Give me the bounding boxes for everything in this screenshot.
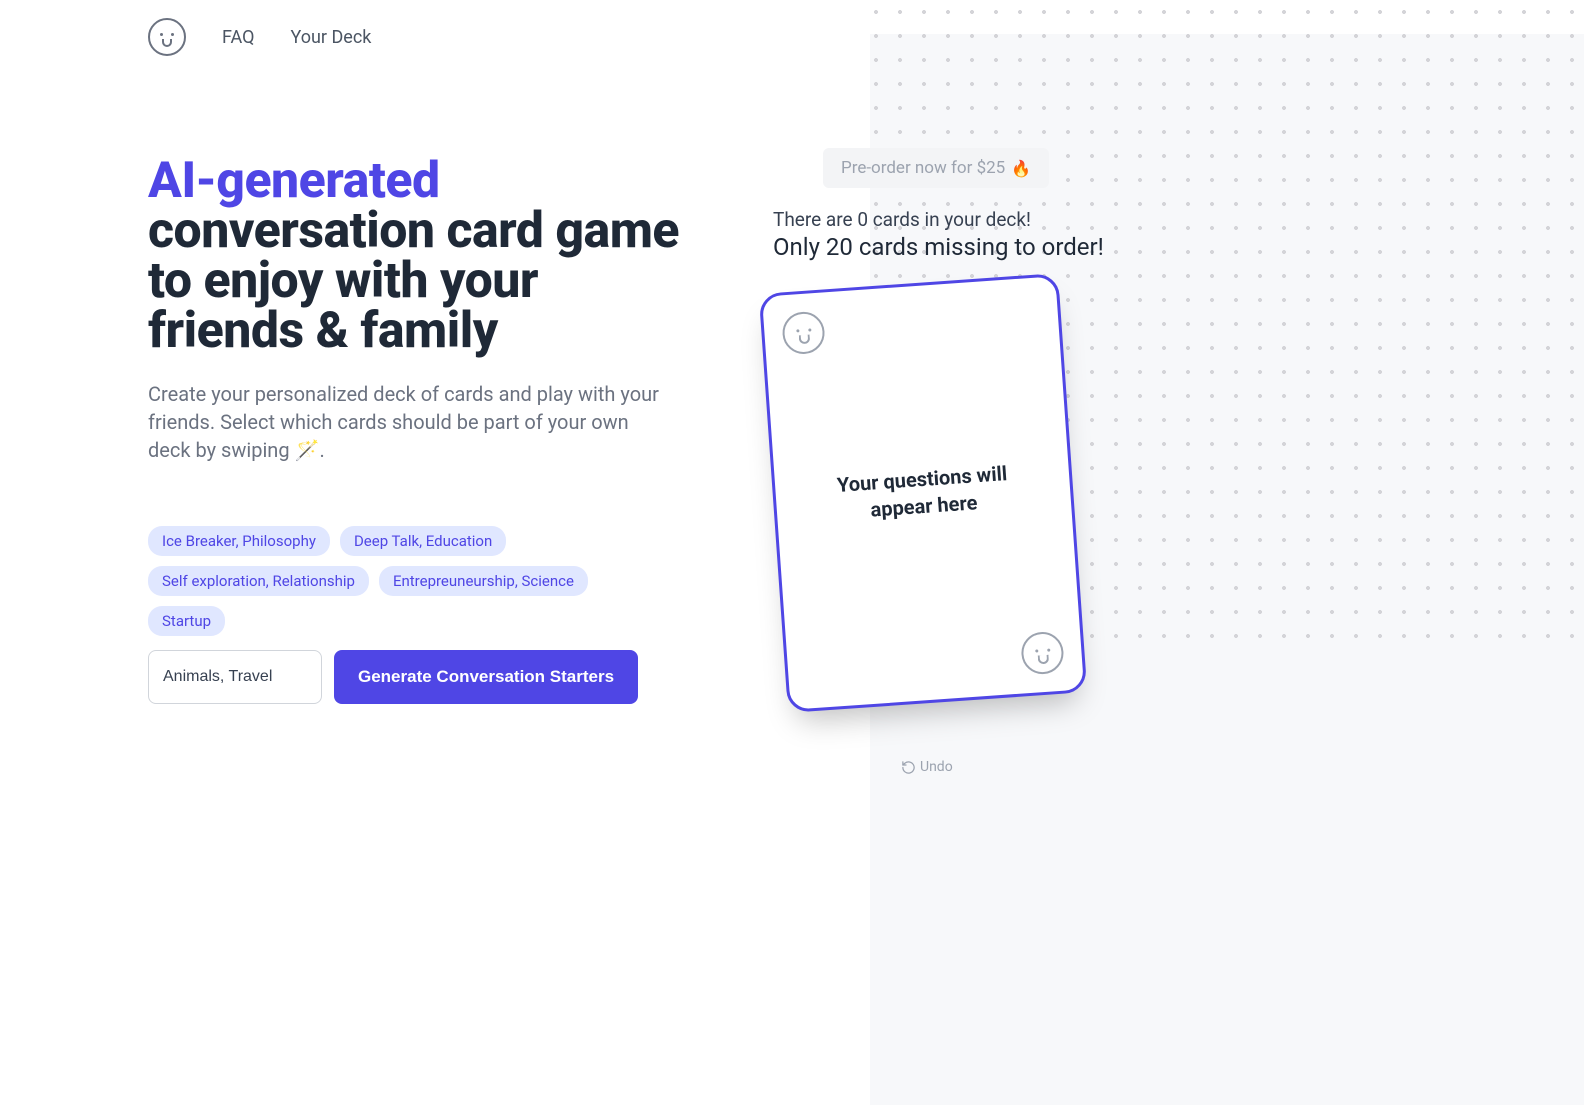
tag-item[interactable]: Self exploration, Relationship — [148, 566, 369, 596]
hero-title-rest: conversation card game to enjoy with you… — [148, 202, 679, 360]
card-face-icon — [781, 311, 826, 356]
deck-status-line2: Only 20 cards missing to order! — [773, 233, 1293, 261]
deck-status: There are 0 cards in your deck! Only 20 … — [773, 208, 1293, 261]
fire-icon: 🔥 — [1011, 159, 1031, 178]
nav-link-your-deck[interactable]: Your Deck — [290, 27, 371, 48]
tag-list: Ice Breaker, Philosophy Deep Talk, Educa… — [148, 526, 668, 636]
top-nav: FAQ Your Deck — [0, 0, 1584, 56]
undo-label: Undo — [920, 759, 953, 775]
tag-item[interactable]: Deep Talk, Education — [340, 526, 506, 556]
hero-title: AI-generated conversation card game to e… — [148, 156, 683, 356]
right-column: Pre-order now for $25 🔥 There are 0 card… — [773, 156, 1293, 779]
generate-button[interactable]: Generate Conversation Starters — [334, 650, 638, 704]
deck-status-line1: There are 0 cards in your deck! — [773, 208, 1293, 231]
nav-link-faq[interactable]: FAQ — [222, 27, 254, 48]
card-face-icon — [1020, 631, 1065, 676]
tag-item[interactable]: Startup — [148, 606, 225, 636]
preorder-label: Pre-order now for $25 — [841, 158, 1005, 178]
hero-subtitle: Create your personalized deck of cards a… — [148, 380, 668, 464]
logo-face-icon[interactable] — [148, 18, 186, 56]
left-column: AI-generated conversation card game to e… — [148, 156, 683, 779]
undo-button[interactable]: Undo — [901, 759, 953, 775]
tag-item[interactable]: Ice Breaker, Philosophy — [148, 526, 330, 556]
undo-icon — [901, 760, 916, 775]
tag-item[interactable]: Entrepreuneurship, Science — [379, 566, 588, 596]
generate-row: Generate Conversation Starters — [148, 650, 683, 704]
main-content: AI-generated conversation card game to e… — [0, 56, 1584, 779]
preorder-button[interactable]: Pre-order now for $25 🔥 — [823, 148, 1049, 188]
topic-input[interactable] — [148, 650, 322, 704]
card-placeholder-text: Your questions will appear here — [821, 459, 1024, 527]
card-preview[interactable]: Your questions will appear here — [759, 273, 1088, 713]
